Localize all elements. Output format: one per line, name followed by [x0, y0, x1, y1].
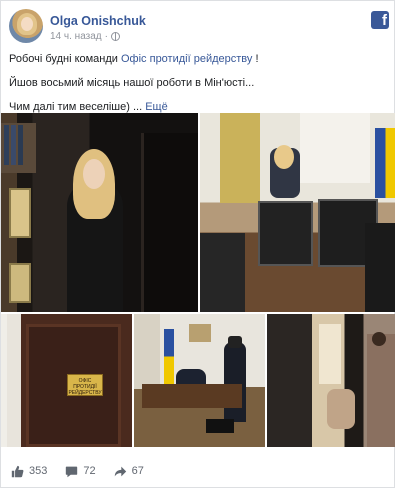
facebook-post-card: Olga Onishchuk 14 ч. назад · f Робочі бу…	[0, 0, 395, 488]
likes-stat[interactable]: 353	[11, 465, 47, 478]
sep-dot: ·	[104, 31, 108, 42]
post-meta: 14 ч. назад ·	[50, 31, 120, 42]
office-link[interactable]: Офіс протидії рейдерству	[121, 53, 252, 65]
likes-count: 353	[29, 465, 48, 477]
line3-text: Чим далі тим веселіше) ...	[9, 101, 146, 113]
post-timestamp[interactable]: 14 ч. назад	[50, 31, 102, 42]
post-line-2: Йшов восьмий місяць нашої роботи в Мін'ю…	[9, 77, 255, 89]
see-more-link[interactable]: Ещё	[145, 101, 168, 113]
photo-officers-office[interactable]	[134, 314, 265, 447]
shares-stat[interactable]: 67	[114, 465, 144, 478]
shares-count: 67	[131, 465, 144, 477]
comments-stat[interactable]: 72	[65, 465, 96, 478]
photo-desk-cases[interactable]	[200, 113, 395, 312]
facebook-logo-icon[interactable]: f	[371, 11, 389, 29]
author-name[interactable]: Olga Onishchuk	[50, 14, 146, 28]
share-icon	[114, 466, 126, 476]
author-avatar[interactable]	[9, 9, 43, 43]
post-header: Olga Onishchuk 14 ч. назад · f	[9, 9, 389, 43]
globe-icon	[110, 32, 120, 41]
post-line-1: Робочі будні команди Офіс протидії рейде…	[9, 52, 389, 67]
line1-text: Робочі будні команди	[9, 53, 121, 65]
thumbs-up-icon	[11, 465, 24, 477]
photo-door-sign[interactable]: ОФІС ПРОТИДІЇ РЕЙДЕРСТВУ	[1, 314, 132, 447]
photo-woman-office[interactable]	[1, 113, 198, 312]
line1-end: !	[252, 53, 259, 65]
door-sign: ОФІС ПРОТИДІЇ РЕЙДЕРСТВУ	[67, 374, 103, 396]
comment-icon	[66, 466, 78, 477]
reaction-bar: 353 72 67	[11, 463, 162, 479]
comments-count: 72	[83, 465, 96, 477]
photo-doorway[interactable]	[267, 314, 395, 447]
